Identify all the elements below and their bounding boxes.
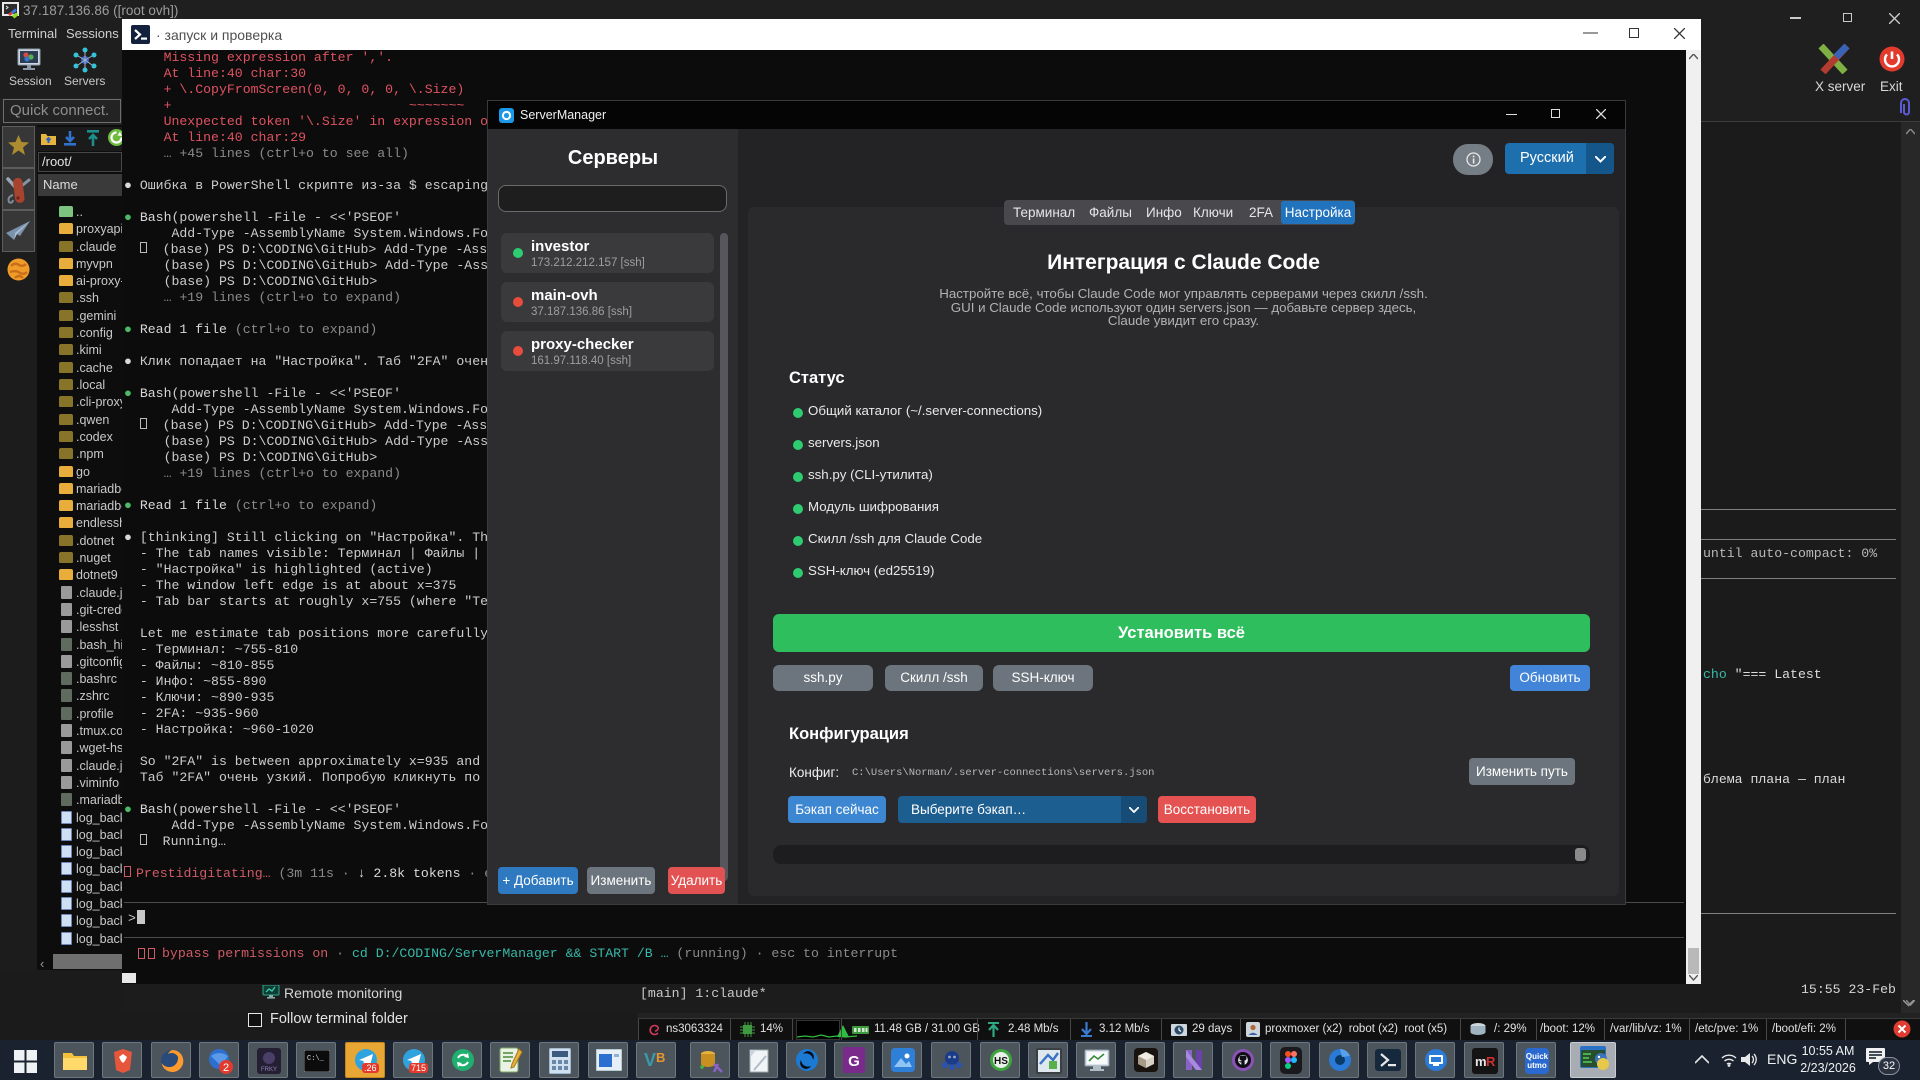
- svg-text:V: V: [644, 1050, 656, 1070]
- svg-text:G: G: [848, 1053, 860, 1070]
- svg-text:2: 2: [223, 1062, 229, 1074]
- svg-text:HS: HS: [994, 1056, 1008, 1067]
- svg-text:R: R: [1486, 1054, 1496, 1069]
- svg-text:m: m: [1475, 1054, 1487, 1069]
- svg-text:utmo: utmo: [1527, 1061, 1547, 1070]
- svg-text:Quick: Quick: [1526, 1052, 1549, 1061]
- svg-text:B: B: [656, 1050, 665, 1065]
- svg-text:FRKY: FRKY: [261, 1067, 277, 1073]
- svg-text:C:\_: C:\_: [307, 1055, 325, 1063]
